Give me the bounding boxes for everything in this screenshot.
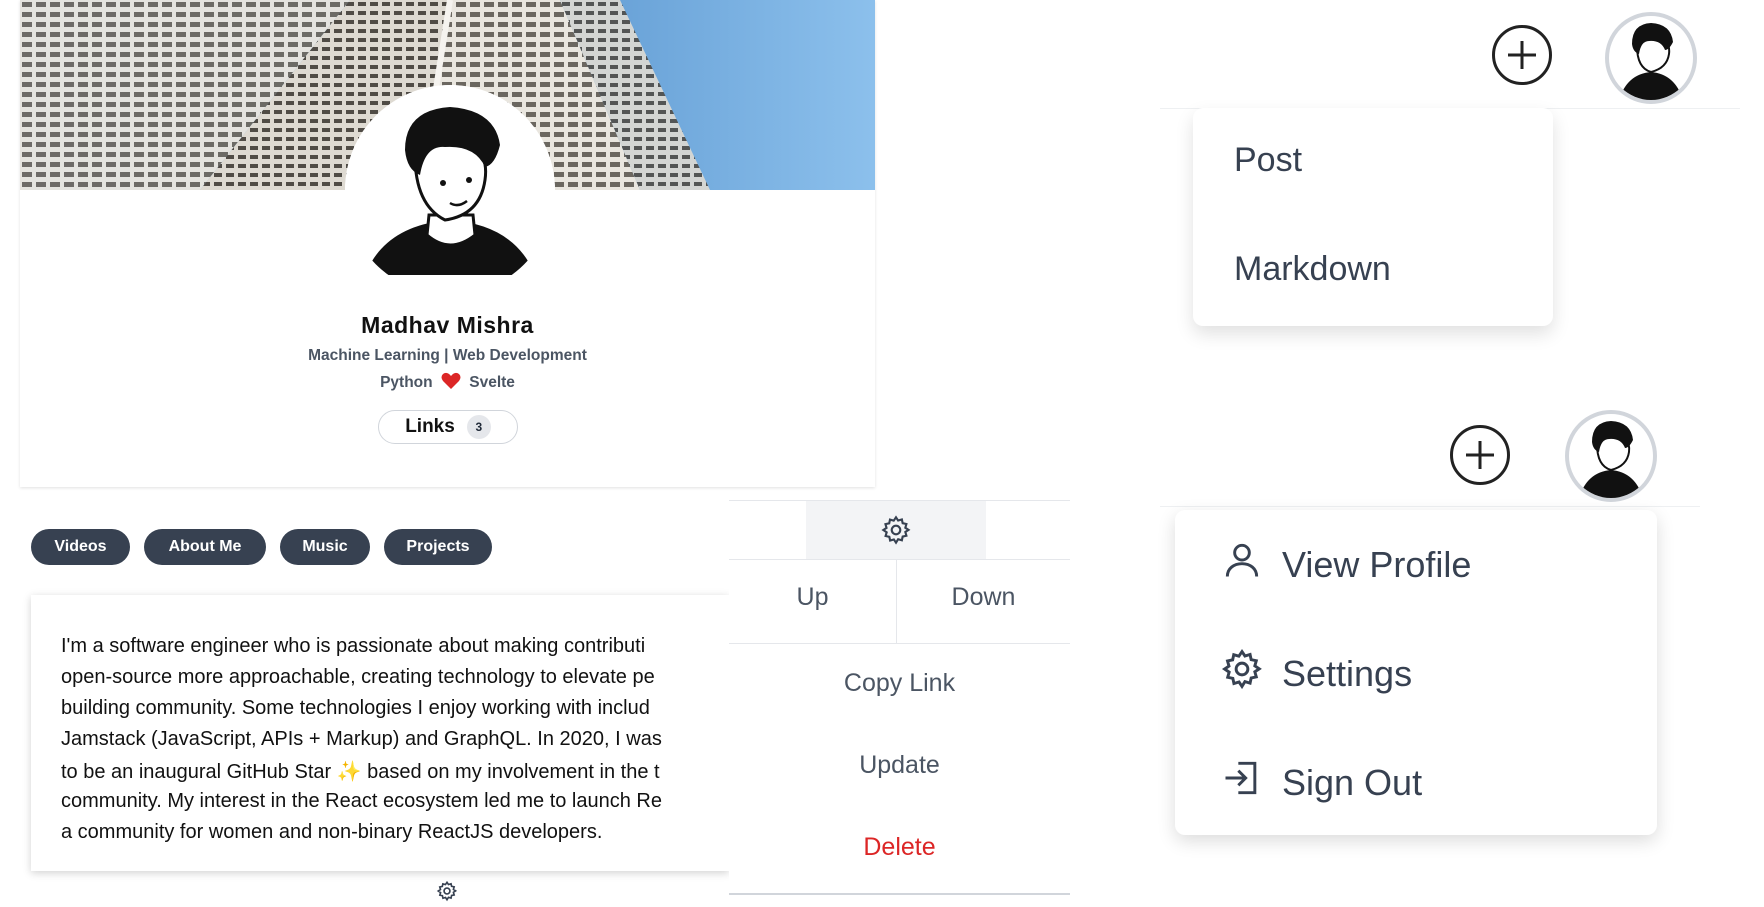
divider xyxy=(729,559,1070,560)
about-line: community. My interest in the React ecos… xyxy=(61,790,662,812)
gear-icon[interactable] xyxy=(436,880,458,907)
menu-item-label: View Profile xyxy=(1282,543,1472,585)
avatar-illustration xyxy=(1579,421,1643,498)
update-button[interactable]: Update xyxy=(729,751,1070,780)
menu-item-markdown[interactable]: Markdown xyxy=(1234,250,1391,289)
about-line: to be an inaugural GitHub Star ✨ based o… xyxy=(61,761,660,783)
tag-python: Python xyxy=(380,374,433,391)
move-up-button[interactable]: Up xyxy=(729,583,896,612)
links-button[interactable]: Links 3 xyxy=(378,410,518,444)
plus-circle-icon[interactable] xyxy=(1450,425,1510,485)
divider xyxy=(729,643,1070,644)
gear-icon xyxy=(1220,647,1264,700)
settings-toggle[interactable] xyxy=(806,501,986,559)
user-icon xyxy=(1220,538,1264,591)
move-down-button[interactable]: Down xyxy=(897,583,1070,612)
profile-name: Madhav Mishra xyxy=(361,312,534,338)
about-line: open-source more approachable, creating … xyxy=(61,666,655,688)
about-line: Jamstack (JavaScript, APIs + Markup) and… xyxy=(61,728,662,750)
divider xyxy=(729,893,1070,895)
profile-subtitle: Machine Learning | Web Development xyxy=(308,347,587,364)
tab-about-me[interactable]: About Me xyxy=(144,529,266,565)
about-line: a community for women and non-binary Rea… xyxy=(61,821,603,843)
profile-card: Madhav Mishra Machine Learning | Web Dev… xyxy=(20,0,875,487)
menu-item-sign-out[interactable]: Sign Out xyxy=(1220,756,1422,809)
avatar[interactable] xyxy=(1605,12,1697,104)
avatar-illustration xyxy=(1619,23,1683,100)
menu-item-post[interactable]: Post xyxy=(1234,141,1302,180)
gear-icon xyxy=(880,514,912,551)
about-line: I'm a software engineer who is passionat… xyxy=(61,635,646,657)
avatar[interactable] xyxy=(345,85,555,295)
menu-item-settings[interactable]: Settings xyxy=(1220,647,1412,700)
user-menu: View Profile Settings Sign Out xyxy=(1175,510,1657,835)
tag-svelte: Svelte xyxy=(469,374,515,391)
about-line: building community. Some technologies I … xyxy=(61,697,650,719)
tab-videos[interactable]: Videos xyxy=(31,529,130,565)
delete-button[interactable]: Delete xyxy=(729,833,1070,862)
menu-item-view-profile[interactable]: View Profile xyxy=(1220,538,1471,591)
sign-out-icon xyxy=(1220,756,1264,809)
about-card: I'm a software engineer who is passionat… xyxy=(31,595,729,871)
heart-icon xyxy=(441,372,461,395)
links-count-badge: 3 xyxy=(466,415,491,439)
copy-link-button[interactable]: Copy Link xyxy=(729,669,1070,698)
plus-circle-icon[interactable] xyxy=(1492,25,1552,85)
item-context-menu: Up Down Copy Link Update Delete xyxy=(729,500,1070,896)
menu-item-label: Settings xyxy=(1282,652,1413,694)
add-content-menu: Post Markdown xyxy=(1193,108,1553,326)
menu-item-label: Sign Out xyxy=(1282,761,1423,803)
avatar[interactable] xyxy=(1565,410,1657,502)
tab-music[interactable]: Music xyxy=(280,529,370,565)
profile-tags: Python Svelte xyxy=(20,372,875,395)
avatar-illustration xyxy=(345,85,555,295)
links-label: Links xyxy=(405,416,455,437)
tab-projects[interactable]: Projects xyxy=(384,529,492,565)
